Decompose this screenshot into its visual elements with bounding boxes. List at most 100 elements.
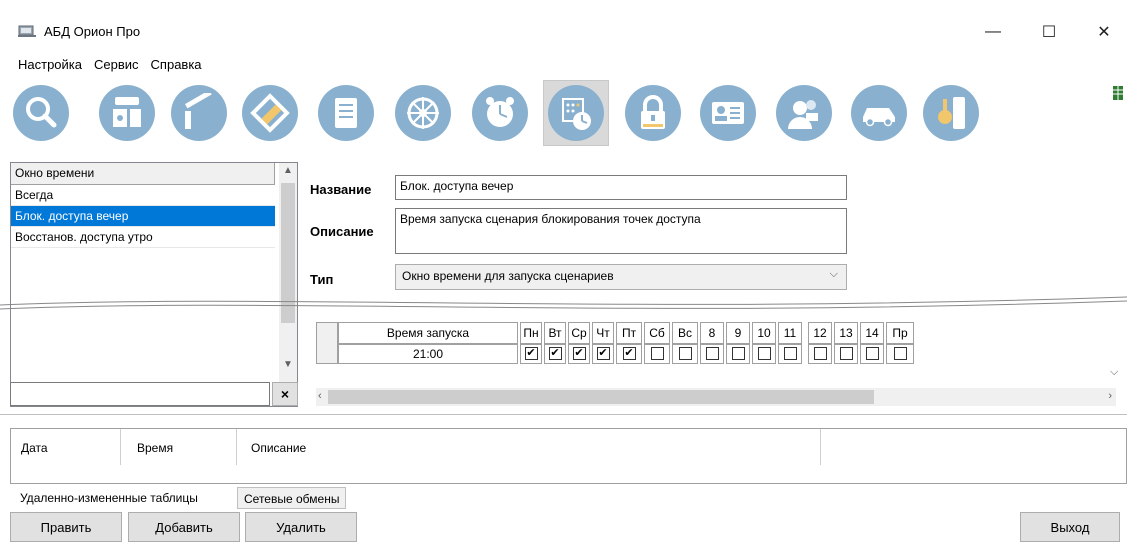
- car-button[interactable]: [846, 80, 912, 146]
- id-card-button[interactable]: [695, 80, 761, 146]
- checkbox-sat[interactable]: [644, 344, 670, 364]
- column-header-12: 12: [808, 322, 832, 344]
- clock-icon: [486, 97, 514, 127]
- lock-button[interactable]: [620, 80, 686, 146]
- column-header-thu: Чт: [592, 322, 614, 344]
- list-item-selected[interactable]: Блок. доступа вечер: [11, 206, 275, 227]
- checkbox-mon[interactable]: ✔: [520, 344, 542, 364]
- column-header-mon: Пн: [520, 322, 542, 344]
- title-bar: [0, 0, 1127, 50]
- column-header-14: 14: [860, 322, 884, 344]
- check-icon: ✔: [596, 347, 610, 360]
- lock-icon: [641, 95, 665, 129]
- key-button[interactable]: [918, 80, 984, 146]
- checkbox-12[interactable]: [808, 344, 832, 364]
- menu-bar: Настройка Сервис Справка: [0, 55, 1127, 75]
- map-button[interactable]: [237, 80, 303, 146]
- scroll-down-icon[interactable]: ▼: [281, 359, 295, 370]
- checkbox-14[interactable]: [860, 344, 884, 364]
- column-header-10: 10: [752, 322, 776, 344]
- menu-service[interactable]: Сервис: [88, 55, 145, 75]
- checkbox-11[interactable]: [778, 344, 802, 364]
- column-header-9: 9: [726, 322, 750, 344]
- list-item[interactable]: Всегда: [11, 185, 275, 206]
- key-icon: [938, 97, 965, 129]
- name-field[interactable]: Блок. доступа вечер: [395, 175, 847, 200]
- name-label: Название: [310, 182, 372, 197]
- wheel-icon: [407, 97, 439, 129]
- check-icon: ✔: [524, 347, 538, 360]
- column-header-13: 13: [834, 322, 858, 344]
- map-icon: [250, 93, 290, 133]
- column-header-description[interactable]: Описание: [241, 429, 821, 465]
- checkbox-10[interactable]: [752, 344, 776, 364]
- clock-button[interactable]: [467, 80, 533, 146]
- list-scrollbar[interactable]: ▲ ▼: [279, 163, 297, 406]
- search-button[interactable]: [8, 80, 74, 146]
- wheel-button[interactable]: [390, 80, 456, 146]
- scroll-left-icon[interactable]: ‹: [318, 390, 322, 402]
- close-button[interactable]: ✕: [1081, 14, 1127, 50]
- checkbox-holiday[interactable]: [886, 344, 914, 364]
- document-icon: [335, 98, 357, 128]
- column-header-sun: Вс: [672, 322, 698, 344]
- column-header-date[interactable]: Дата: [11, 429, 121, 465]
- clear-filter-button[interactable]: ×: [272, 382, 298, 406]
- scroll-thumb[interactable]: [328, 390, 874, 404]
- grid-icon[interactable]: [1113, 86, 1123, 100]
- checkbox-sun[interactable]: [672, 344, 698, 364]
- checkbox-wed[interactable]: ✔: [568, 344, 590, 364]
- minimize-button[interactable]: —: [970, 14, 1016, 50]
- chevron-down-icon[interactable]: ⌵: [1110, 366, 1118, 379]
- exit-button[interactable]: Выход: [1020, 512, 1120, 542]
- checkbox-thu[interactable]: ✔: [592, 344, 614, 364]
- check-icon: ✔: [548, 347, 562, 360]
- tab-network-exchanges[interactable]: Сетевые обмены: [237, 487, 347, 509]
- check-icon: ✔: [622, 347, 636, 360]
- time-window-list: Окно времени Всегда Блок. доступа вечер …: [10, 162, 298, 407]
- filter-input[interactable]: [10, 382, 270, 406]
- reader-button[interactable]: [94, 80, 160, 146]
- barrier-button[interactable]: [166, 80, 232, 146]
- column-header-holiday: Пр: [886, 322, 914, 344]
- checkbox-8[interactable]: [700, 344, 724, 364]
- checkbox-9[interactable]: [726, 344, 750, 364]
- column-header-tue: Вт: [544, 322, 566, 344]
- events-grid: Дата Время Описание: [10, 428, 1127, 484]
- scroll-right-icon[interactable]: ›: [1108, 390, 1112, 402]
- document-button[interactable]: [313, 80, 379, 146]
- schedule-button[interactable]: [543, 80, 609, 146]
- column-header-wed: Ср: [568, 322, 590, 344]
- check-icon: ✔: [572, 347, 586, 360]
- edit-button[interactable]: Править: [10, 512, 122, 542]
- app-icon: [18, 25, 36, 37]
- delete-button[interactable]: Удалить: [245, 512, 357, 542]
- separator: [0, 414, 1127, 415]
- menu-help[interactable]: Справка: [145, 55, 208, 75]
- menu-settings[interactable]: Настройка: [12, 55, 88, 75]
- description-field[interactable]: Время запуска сценария блокирования точе…: [395, 208, 847, 254]
- add-button[interactable]: Добавить: [128, 512, 240, 542]
- column-header-time: Время запуска: [338, 322, 518, 344]
- column-header-11: 11: [778, 322, 802, 344]
- checkbox-fri[interactable]: ✔: [616, 344, 642, 364]
- person-button[interactable]: [771, 80, 837, 146]
- schedule-hscrollbar[interactable]: ‹ ›: [316, 388, 1116, 406]
- maximize-button[interactable]: ☐: [1026, 14, 1072, 50]
- person-icon: [788, 100, 818, 129]
- schedule-grid: Время запуска 21:00 Пн ✔ Вт ✔ Ср ✔ Чт ✔ …: [316, 322, 1118, 392]
- schedule-icon: [562, 98, 591, 130]
- search-icon: [26, 97, 57, 128]
- list-header[interactable]: Окно времени: [11, 163, 275, 185]
- time-cell[interactable]: 21:00: [338, 344, 518, 364]
- car-icon: [863, 108, 895, 127]
- checkbox-tue[interactable]: ✔: [544, 344, 566, 364]
- row-header-cell: [316, 322, 338, 364]
- scroll-up-icon[interactable]: ▲: [281, 165, 295, 176]
- checkbox-13[interactable]: [834, 344, 858, 364]
- list-item[interactable]: Восстанов. доступа утро: [11, 227, 275, 248]
- column-header-fri: Пт: [616, 322, 642, 344]
- column-header-time[interactable]: Время: [127, 429, 237, 465]
- split-indicator: [0, 296, 1127, 310]
- tab-modified-tables[interactable]: Удаленно-измененные таблицы: [14, 487, 204, 509]
